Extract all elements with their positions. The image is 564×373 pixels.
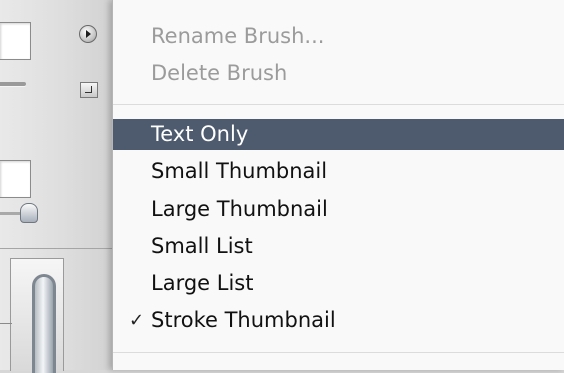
palette-flyout-button[interactable] [79,25,97,43]
menu-item-label: Delete Brush [151,61,288,85]
menu-item-large-thumbnail[interactable]: Large Thumbnail [113,194,564,225]
menu-item-label: Large List [151,271,254,295]
brush-stroke-preview [32,274,56,373]
palette-options-menu: Rename Brush... Delete Brush Text Only S… [112,0,564,370]
palette-tick [0,323,12,324]
palette-divider [0,248,112,249]
menu-item-label: Small List [151,234,253,258]
menu-item-label: Text Only [151,122,249,146]
menu-item-delete-brush[interactable]: Delete Brush [113,58,564,89]
menu-item-label: Large Thumbnail [151,197,328,221]
menu-separator [113,352,564,353]
menu-item-large-list[interactable]: Large List [113,268,564,299]
new-preset-button[interactable] [80,82,98,98]
menu-item-rename-brush[interactable]: Rename Brush... [113,21,564,52]
checkmark-icon: ✓ [129,310,145,331]
slider-thumb[interactable] [20,203,38,223]
brush-size-slider[interactable] [0,82,26,86]
menu-item-label: Rename Brush... [151,24,325,48]
menu-item-text-only[interactable]: Text Only [113,119,564,150]
brush-hardness-field[interactable] [0,160,31,198]
menu-item-small-thumbnail[interactable]: Small Thumbnail [113,156,564,187]
menu-separator [113,104,564,105]
brushes-palette [0,0,112,373]
menu-item-small-list[interactable]: Small List [113,231,564,262]
menu-item-label: Small Thumbnail [151,159,328,183]
brush-size-field[interactable] [0,22,31,60]
menu-item-stroke-thumbnail[interactable]: ✓ Stroke Thumbnail [113,305,564,336]
menu-item-label: Stroke Thumbnail [151,308,336,332]
